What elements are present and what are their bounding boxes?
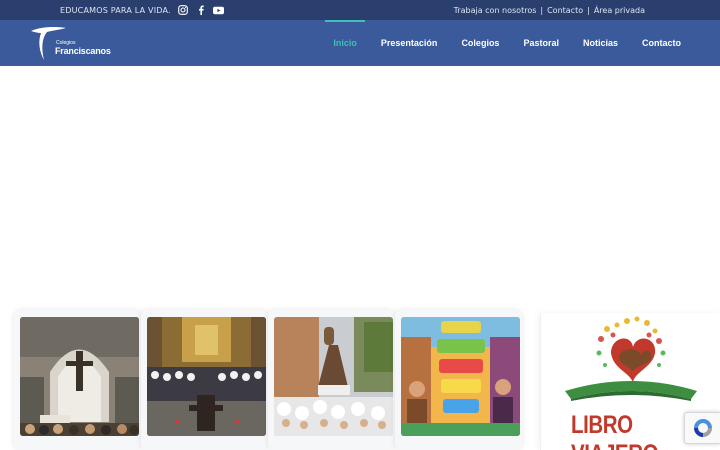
nav-inicio[interactable]: Inicio xyxy=(321,20,369,66)
recaptcha-badge[interactable] xyxy=(684,412,720,444)
instagram-icon[interactable] xyxy=(177,4,189,16)
top-bar-left: EDUCAMOS PARA LA VIDA. xyxy=(60,0,225,20)
separator: | xyxy=(540,5,544,15)
top-bar: EDUCAMOS PARA LA VIDA. Trabaja con nosot… xyxy=(0,0,720,20)
nav-contacto[interactable]: Contacto xyxy=(630,20,693,66)
nav-presentacion[interactable]: Presentación xyxy=(369,20,450,66)
libro-viajero-illustration xyxy=(565,316,697,401)
separator: | xyxy=(587,5,590,15)
nav-pastoral[interactable]: Pastoral xyxy=(511,20,571,66)
link-contacto[interactable]: Contacto xyxy=(547,6,583,15)
nav-noticias[interactable]: Noticias xyxy=(571,20,630,66)
libro-viajero-title: LIBRO VIAJERO xyxy=(571,411,659,450)
news-card[interactable] xyxy=(395,310,522,450)
main-navbar: Colegios Franciscanos Inicio Presentació… xyxy=(0,20,720,66)
youtube-icon[interactable] xyxy=(213,4,225,16)
news-photo[interactable] xyxy=(401,317,520,436)
logo-big-text: Franciscanos xyxy=(55,46,111,56)
logo[interactable]: Colegios Franciscanos xyxy=(28,24,111,62)
news-photo[interactable] xyxy=(274,317,393,436)
news-photo[interactable] xyxy=(147,317,266,436)
news-card[interactable] xyxy=(268,310,395,450)
link-area-privada[interactable]: Área privada xyxy=(594,6,645,15)
news-card[interactable] xyxy=(141,310,268,450)
facebook-icon[interactable] xyxy=(195,4,207,16)
top-bar-links: Trabaja con nosotros | Contacto | Área p… xyxy=(454,0,645,20)
nav-menu: Inicio Presentación Colegios Pastoral No… xyxy=(321,20,693,66)
news-cards xyxy=(14,310,534,450)
slogan: EDUCAMOS PARA LA VIDA. xyxy=(60,5,171,15)
hero-area xyxy=(0,66,720,306)
nav-colegios[interactable]: Colegios xyxy=(449,20,511,66)
news-photo[interactable] xyxy=(20,317,139,436)
link-trabaja[interactable]: Trabaja con nosotros xyxy=(454,6,537,15)
recaptcha-icon xyxy=(693,419,712,437)
news-card[interactable] xyxy=(14,310,141,450)
